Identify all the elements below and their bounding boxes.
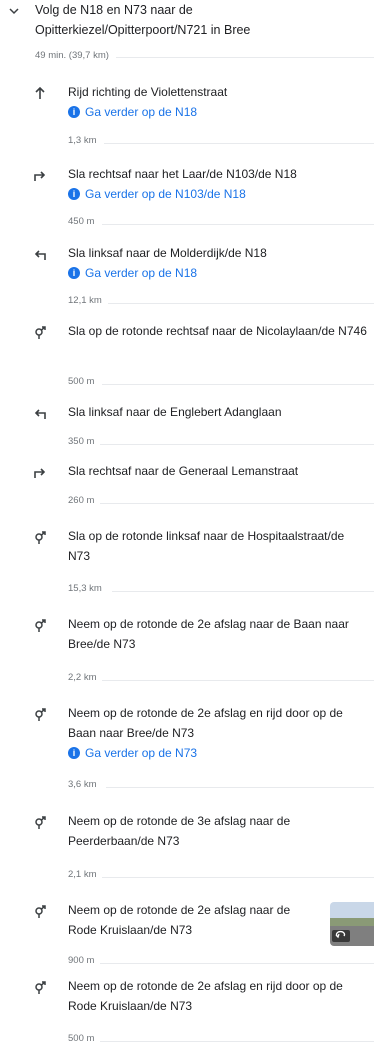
divider bbox=[116, 57, 374, 58]
divider bbox=[102, 877, 374, 878]
step-distance: 2,2 km bbox=[68, 672, 97, 683]
street-view-thumbnail[interactable] bbox=[330, 902, 374, 946]
turn-right-icon bbox=[33, 168, 47, 182]
step-distance: 450 m bbox=[68, 216, 95, 227]
step-hint: i Ga verder op de N18 bbox=[68, 263, 368, 283]
roundabout-icon bbox=[33, 325, 47, 339]
step-distance: 500 m bbox=[68, 376, 95, 387]
step-instruction: Sla rechtsaf naar het Laar/de N103/de N1… bbox=[68, 164, 368, 204]
roundabout-icon bbox=[33, 980, 47, 994]
roundabout-icon bbox=[33, 815, 47, 829]
roundabout-icon bbox=[33, 904, 47, 918]
info-icon: i bbox=[68, 267, 80, 279]
divider bbox=[100, 1041, 374, 1042]
step-hint: i Ga verder op de N18 bbox=[68, 102, 368, 122]
step-instruction: Neem op de rotonde de 2e afslag en rijd … bbox=[68, 703, 368, 763]
step-distance: 350 m bbox=[68, 436, 95, 447]
turn-left-icon bbox=[33, 406, 47, 420]
divider bbox=[102, 384, 374, 385]
divider bbox=[108, 303, 374, 304]
roundabout-icon bbox=[33, 618, 47, 632]
step-instruction: Neem op de rotonde de 3e afslag naar de … bbox=[68, 814, 291, 848]
route-summary: 49 min. (39,7 km) bbox=[35, 50, 109, 61]
step-instruction: Sla linksaf naar de Englebert Adanglaan bbox=[68, 405, 282, 419]
info-icon: i bbox=[68, 188, 80, 200]
step-distance: 900 m bbox=[68, 955, 95, 966]
roundabout-icon bbox=[33, 707, 47, 721]
step-distance: 15,3 km bbox=[68, 583, 102, 594]
step-instruction: Sla op de rotonde linksaf naar de Hospit… bbox=[68, 529, 345, 563]
step-instruction: Neem op de rotonde de 2e afslag en rijd … bbox=[68, 979, 343, 1013]
info-icon: i bbox=[68, 106, 80, 118]
divider bbox=[100, 963, 374, 964]
divider bbox=[102, 224, 374, 225]
straight-arrow-icon bbox=[33, 86, 47, 100]
turn-left-icon bbox=[33, 247, 47, 261]
turn-right-icon bbox=[33, 465, 47, 479]
divider bbox=[100, 444, 374, 445]
step-distance: 3,6 km bbox=[68, 779, 97, 790]
divider bbox=[104, 143, 374, 144]
step-hint: i Ga verder op de N103/de N18 bbox=[68, 184, 368, 204]
step-distance: 260 m bbox=[68, 495, 95, 506]
step-distance: 12,1 km bbox=[68, 295, 102, 306]
step-instruction: Sla rechtsaf naar de Generaal Lemanstraa… bbox=[68, 464, 299, 478]
route-title: Volg de N18 en N73 naar de Opitterkiezel… bbox=[35, 3, 251, 37]
divider bbox=[100, 503, 374, 504]
divider bbox=[112, 591, 374, 592]
step-distance: 1,3 km bbox=[68, 135, 97, 146]
route-header[interactable]: Volg de N18 en N73 naar de Opitterkiezel… bbox=[0, 0, 374, 40]
step-instruction: Neem op de rotonde de 2e afslag naar de … bbox=[68, 617, 349, 651]
step-distance: 500 m bbox=[68, 1033, 95, 1044]
step-instruction: Sla linksaf naar de Molderdijk/de N18 iG… bbox=[68, 243, 368, 283]
step-instruction: Rijd richting de Violettenstraat i Ga ver… bbox=[68, 82, 368, 122]
chevron-down-icon[interactable] bbox=[8, 4, 20, 16]
step-distance: 2,1 km bbox=[68, 869, 97, 880]
info-icon: i bbox=[68, 747, 80, 759]
step-instruction: Neem op de rotonde de 2e afslag naar de … bbox=[68, 903, 291, 937]
divider bbox=[102, 680, 374, 681]
divider bbox=[106, 787, 374, 788]
step-instruction: Sla op de rotonde rechtsaf naar de Nicol… bbox=[68, 324, 367, 338]
roundabout-icon bbox=[33, 530, 47, 544]
step-hint: i Ga verder op de N73 bbox=[68, 743, 368, 763]
